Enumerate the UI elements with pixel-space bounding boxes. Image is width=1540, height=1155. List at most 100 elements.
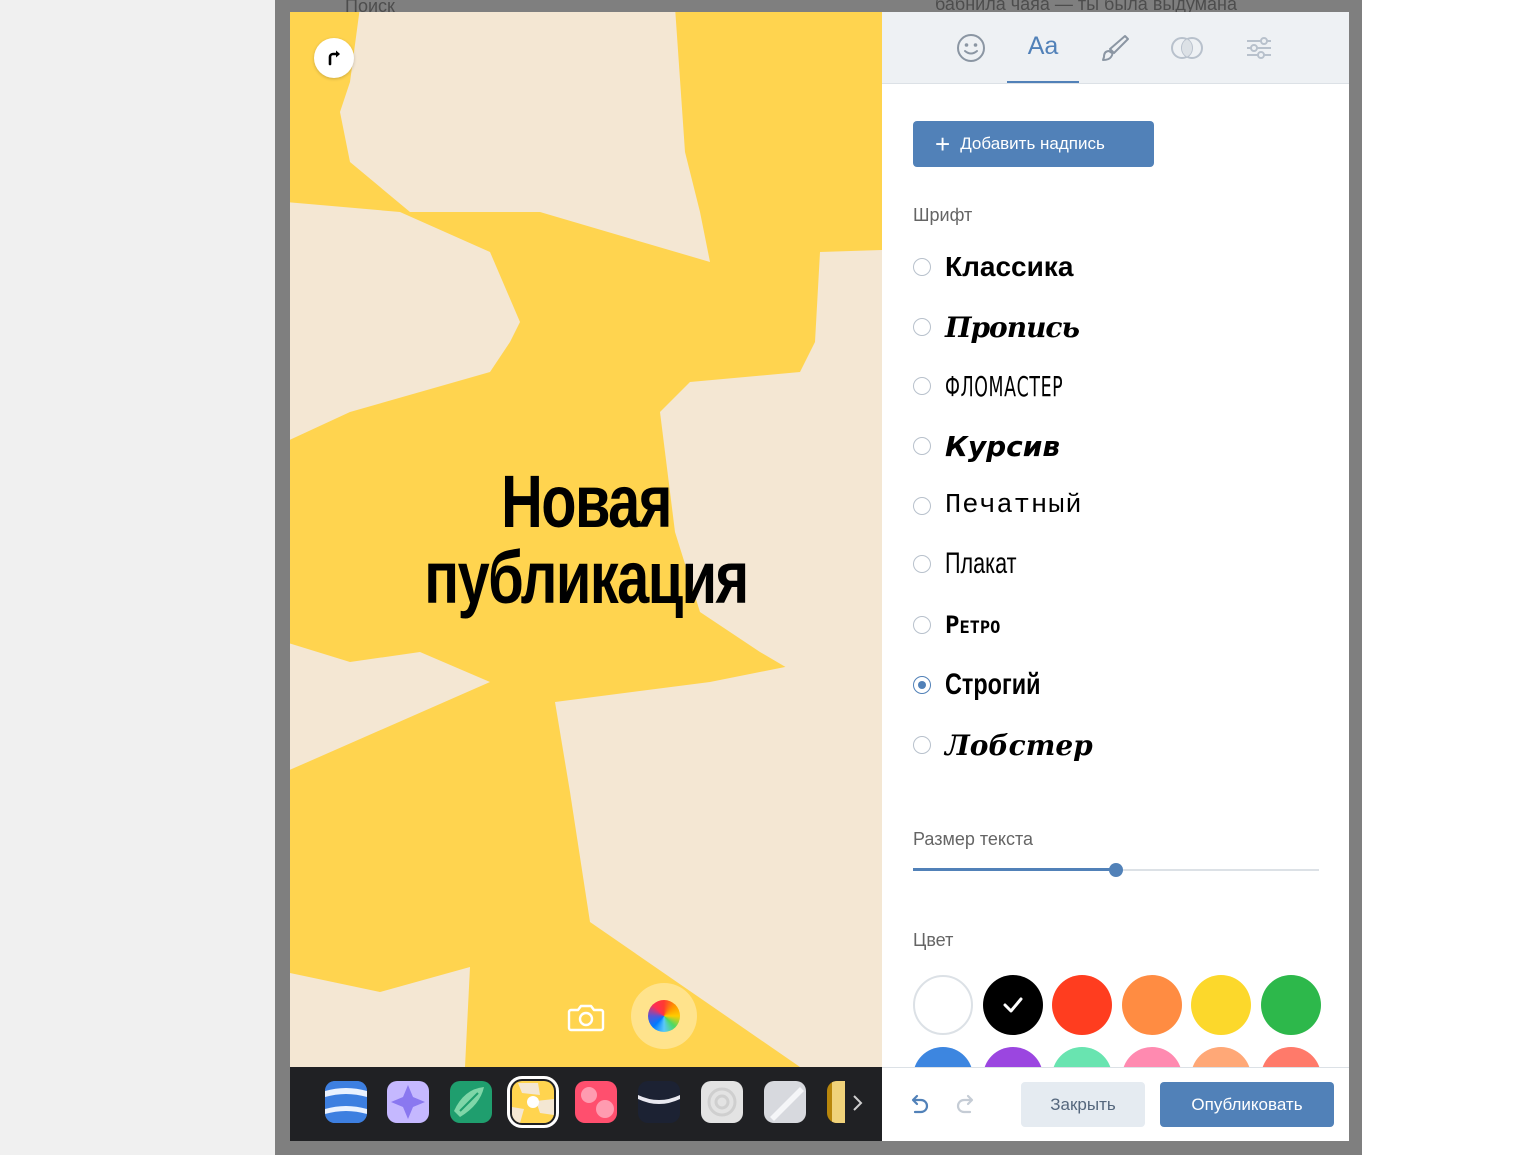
tab-draw[interactable] — [1079, 12, 1151, 83]
font-option-label: Лобстер — [945, 728, 1093, 762]
color-swatch[interactable] — [1121, 1047, 1182, 1067]
background-thumb-pink[interactable] — [575, 1081, 617, 1123]
slider-handle[interactable] — [1109, 863, 1123, 877]
add-caption-button[interactable]: + Добавить надпись — [913, 121, 1154, 167]
color-swatch[interactable] — [1052, 975, 1112, 1035]
rotate-button[interactable] — [314, 38, 354, 78]
background-thumb-pattern — [701, 1081, 743, 1123]
color-wheel-icon — [648, 1000, 680, 1032]
page-background-left — [0, 0, 275, 1155]
background-thumb-pattern — [764, 1081, 806, 1123]
color-swatch[interactable] — [913, 975, 973, 1035]
emoji-icon — [957, 33, 985, 62]
color-swatch[interactable] — [1260, 975, 1321, 1035]
chevron-right-icon — [853, 1095, 863, 1111]
font-option-lobster[interactable]: Лобстер — [913, 725, 1093, 765]
font-radio[interactable] — [913, 736, 931, 754]
background-thumb-pattern — [325, 1081, 367, 1123]
font-option-klassika[interactable]: Классика — [913, 247, 1073, 287]
background-strip — [290, 1067, 882, 1141]
color-swatch[interactable] — [982, 975, 1043, 1035]
background-thumb-pattern — [638, 1081, 680, 1123]
font-radio[interactable] — [913, 258, 931, 276]
font-section-label: Шрифт — [913, 205, 973, 225]
tab-filters[interactable] — [1151, 12, 1223, 83]
background-thumb-pattern — [387, 1081, 429, 1123]
background-thumb-pattern — [450, 1081, 492, 1123]
story-text-line2: публикация — [424, 536, 749, 619]
background-thumb-dark[interactable] — [638, 1081, 680, 1123]
text-size-slider[interactable] — [913, 862, 1319, 878]
font-option-pechatny[interactable]: Печатный — [913, 486, 1083, 526]
redo-icon — [956, 1094, 974, 1114]
background-thumb-green[interactable] — [450, 1081, 492, 1123]
undo-icon — [911, 1094, 929, 1114]
adjust-icon — [1247, 36, 1271, 59]
font-radio[interactable] — [913, 437, 931, 455]
font-option-label: Строгий — [945, 668, 1041, 701]
font-radio[interactable] — [913, 497, 931, 515]
background-thumb-yellow[interactable] — [507, 1076, 559, 1128]
text-size-label: Размер текста — [913, 829, 1034, 849]
font-option-label: Плакат — [945, 547, 1017, 580]
font-option-label: Курсив — [945, 429, 1061, 463]
background-thumb-gray[interactable] — [701, 1081, 743, 1123]
story-text-line1: Новая — [501, 460, 672, 543]
color-swatch[interactable] — [982, 1047, 1043, 1067]
color-swatch[interactable] — [1191, 1047, 1251, 1067]
plus-icon: + — [935, 129, 951, 159]
font-option-plakat[interactable]: Плакат — [913, 544, 1044, 584]
font-option-label: Печатный — [945, 491, 1083, 521]
background-thumb-pattern — [512, 1081, 554, 1123]
editor-footer: Закрыть Опубликовать — [882, 1067, 1349, 1141]
publish-button[interactable]: Опубликовать — [1160, 1082, 1334, 1127]
rotate-icon — [328, 50, 340, 66]
background-thumb-partial[interactable] — [827, 1081, 845, 1123]
background-thumb-silver[interactable] — [764, 1081, 806, 1123]
font-radio-selected[interactable] — [913, 676, 931, 694]
font-option-propis[interactable]: Пропись — [913, 307, 1080, 347]
strip-next-button[interactable] — [846, 1091, 868, 1115]
page-background-right — [1362, 0, 1540, 1155]
brush-icon — [1102, 34, 1129, 61]
color-section-label: Цвет — [913, 930, 954, 950]
color-swatch[interactable] — [1052, 1047, 1112, 1067]
story-text[interactable]: Новая публикация — [355, 464, 817, 616]
font-option-retro[interactable]: Ретро — [913, 605, 1000, 645]
slider-fill — [913, 868, 1116, 871]
text-icon: Aa — [1027, 32, 1059, 60]
close-button[interactable]: Закрыть — [1021, 1082, 1145, 1127]
tab-stickers[interactable] — [935, 12, 1007, 83]
background-thumb-pattern — [827, 1081, 845, 1123]
color-swatch[interactable] — [913, 1047, 973, 1067]
font-option-label: Ретро — [945, 611, 1001, 639]
font-radio[interactable] — [913, 555, 931, 573]
add-caption-label: Добавить надпись — [960, 134, 1105, 153]
undo-button[interactable] — [906, 1092, 932, 1118]
background-thumb-purple[interactable] — [387, 1081, 429, 1123]
story-editor-modal: Новая публикация Aa + Добавить надпись Ш… — [290, 12, 1349, 1141]
font-radio[interactable] — [913, 318, 931, 336]
font-option-label: Пропись — [945, 310, 1080, 344]
color-picker-button[interactable] — [631, 983, 697, 1049]
camera-icon — [567, 1004, 605, 1032]
color-swatch[interactable] — [1191, 975, 1251, 1035]
font-option-flomaster[interactable]: Фломастер — [913, 366, 1136, 406]
background-thumb-blue[interactable] — [325, 1081, 367, 1123]
tab-text[interactable]: Aa — [1007, 12, 1079, 83]
story-canvas[interactable]: Новая публикация — [290, 12, 882, 1067]
font-option-kursiv[interactable]: Курсив — [913, 426, 1060, 466]
background-thumb-pattern — [575, 1081, 617, 1123]
font-option-strogiy[interactable]: Строгий — [913, 665, 1067, 705]
color-palette — [882, 967, 1349, 1067]
color-swatch[interactable] — [1260, 1047, 1321, 1067]
font-radio[interactable] — [913, 616, 931, 634]
editor-side-panel: Aa + Добавить надпись Шрифт Классика Про… — [882, 12, 1349, 1141]
tab-adjust[interactable] — [1223, 12, 1295, 83]
color-swatch[interactable] — [1121, 975, 1182, 1035]
editor-tabs: Aa — [882, 12, 1349, 84]
font-radio[interactable] — [913, 377, 931, 395]
camera-button[interactable] — [562, 993, 610, 1041]
filters-icon — [1171, 36, 1203, 59]
redo-button[interactable] — [953, 1092, 979, 1118]
